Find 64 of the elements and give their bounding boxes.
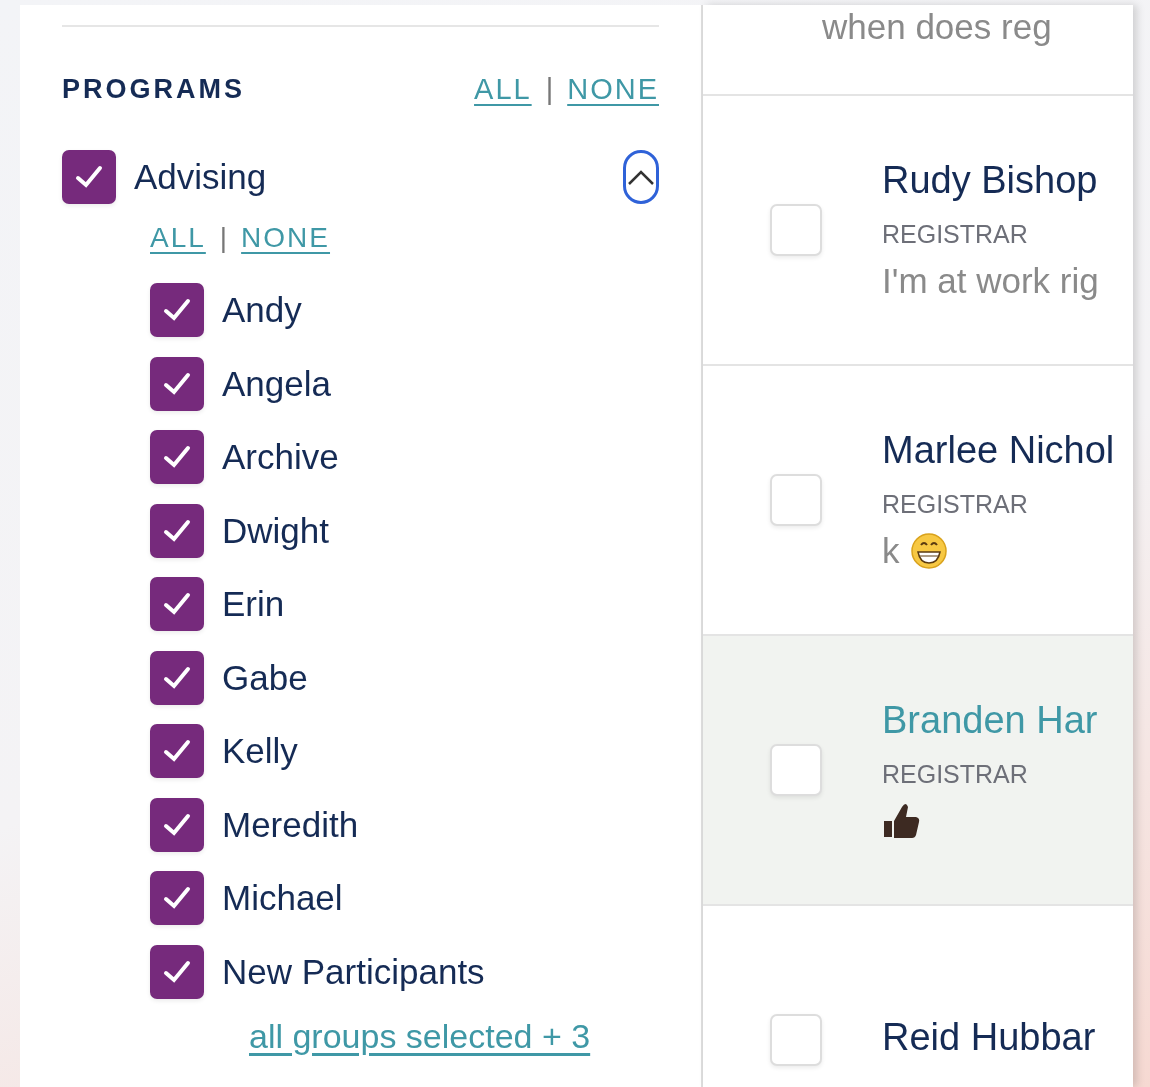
check-icon <box>163 371 191 396</box>
group-label: Michael <box>222 878 343 919</box>
check-icon <box>163 886 191 911</box>
conversation-row[interactable]: Marlee Nichol REGISTRAR k <box>703 366 1133 636</box>
check-icon <box>163 959 191 984</box>
checkbox[interactable] <box>770 1014 822 1066</box>
conversation-row[interactable]: Branden Har REGISTRAR <box>703 636 1133 906</box>
group-label: Angela <box>222 363 331 404</box>
group-label: Erin <box>222 584 285 625</box>
check-icon <box>163 665 191 690</box>
group-label: Meredith <box>222 804 359 845</box>
group-label: Archive <box>222 437 339 478</box>
select-none-link[interactable]: NONE <box>241 221 330 254</box>
message-preview: I'm at work rig <box>882 261 1099 301</box>
program-tag: REGISTRAR <box>882 760 1098 789</box>
contact-name: Marlee Nichol <box>882 429 1115 472</box>
conversation-row[interactable]: when does reg <box>703 5 1133 96</box>
thumbs-up-icon <box>882 801 920 841</box>
checkbox[interactable] <box>150 797 204 852</box>
group-label: Dwight <box>222 510 329 551</box>
check-icon <box>163 739 191 764</box>
separator: | <box>219 221 228 254</box>
checkbox[interactable] <box>150 724 204 779</box>
checkbox[interactable] <box>150 356 204 411</box>
group-label: Andy <box>222 290 302 331</box>
select-all-link[interactable]: ALL <box>150 221 206 254</box>
checkbox[interactable] <box>150 871 204 926</box>
program-tag: REGISTRAR <box>882 220 1099 249</box>
checkbox[interactable] <box>770 744 822 796</box>
program-tag: REGISTRAR <box>882 490 1115 519</box>
collapse-button[interactable] <box>623 149 659 204</box>
check-icon <box>163 518 191 543</box>
checkbox[interactable] <box>150 283 204 338</box>
checkbox[interactable] <box>150 430 204 485</box>
group-label: Gabe <box>222 657 308 698</box>
checkbox[interactable] <box>62 149 116 204</box>
check-icon <box>163 812 191 837</box>
checkbox[interactable] <box>150 650 204 705</box>
check-icon <box>163 592 191 617</box>
separator: | <box>545 73 554 106</box>
contact-name: Reid Hubbar <box>882 1015 1096 1059</box>
conversation-row[interactable]: Rudy Bishop REGISTRAR I'm at work rig <box>703 96 1133 366</box>
contact-name: Rudy Bishop <box>882 159 1099 202</box>
checkbox[interactable] <box>770 474 822 526</box>
checkbox[interactable] <box>150 503 204 558</box>
program-label: Advising <box>134 156 267 197</box>
section-title: PROGRAMS <box>62 74 245 105</box>
checkbox[interactable] <box>770 204 822 256</box>
group-label: Kelly <box>222 731 298 772</box>
checkbox[interactable] <box>150 577 204 632</box>
select-none-link[interactable]: NONE <box>567 73 659 106</box>
message-preview: k <box>882 531 900 571</box>
grinning-face-icon <box>909 532 948 570</box>
check-icon <box>163 298 191 323</box>
groups-summary-link[interactable]: all groups selected + 3 <box>249 1016 591 1055</box>
checkbox[interactable] <box>150 944 204 999</box>
check-icon <box>163 445 191 470</box>
check-icon <box>75 164 103 189</box>
contact-name: Branden Har <box>882 699 1098 742</box>
conversation-row[interactable]: Reid Hubbar <box>703 906 1133 1087</box>
group-label: New Participants <box>222 951 485 992</box>
chevron-up-icon <box>627 168 655 185</box>
select-all-link[interactable]: ALL <box>474 73 532 106</box>
message-preview: when does reg <box>822 7 1052 46</box>
